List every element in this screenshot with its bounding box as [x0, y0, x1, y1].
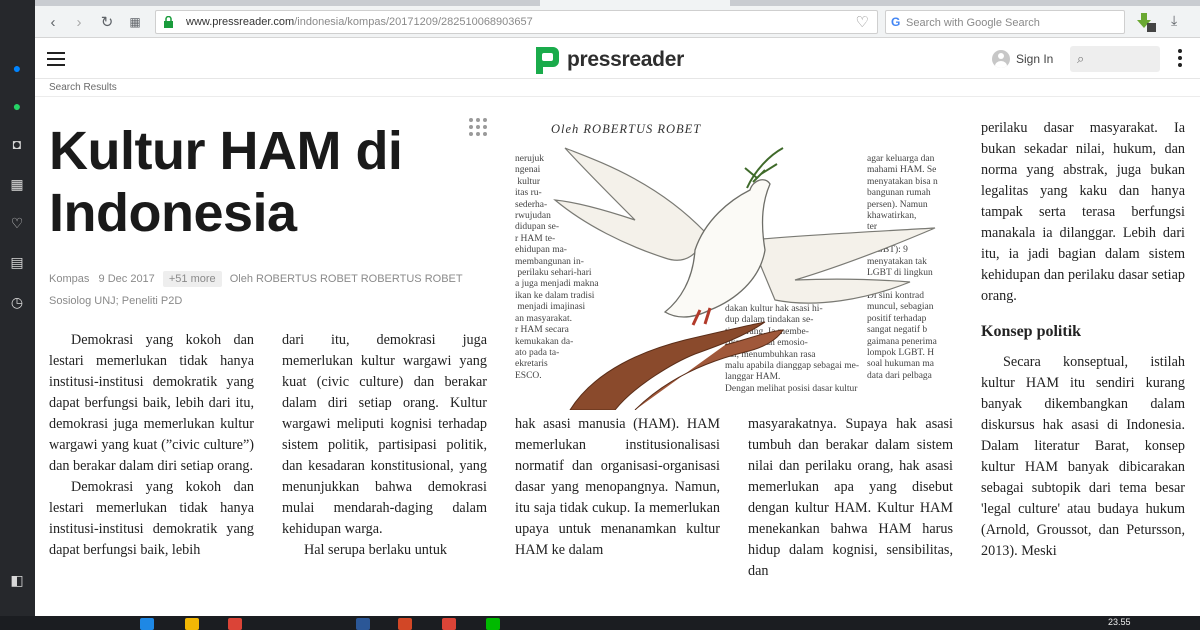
dove-hand-image	[553, 147, 936, 410]
paragraph: perilaku dasar masyarakat. Ia bukan seka…	[981, 120, 1185, 304]
grid-icon[interactable]: ▦	[7, 174, 27, 194]
side-dock: ● ● ◘ ▦ ♡ ▤ ◷ ◧	[0, 0, 35, 616]
tabs-grid-icon[interactable]: ▦	[125, 12, 145, 32]
menu-icon[interactable]	[47, 52, 65, 66]
pressreader-logo[interactable]: pressreader	[533, 44, 684, 76]
search-icon: ⌕	[1077, 51, 1085, 66]
address-bar[interactable]: www.pressreader.com/indonesia/kompas/201…	[155, 10, 878, 34]
lock-icon	[164, 16, 173, 28]
avatar-icon	[992, 50, 1010, 68]
system-clock: 23.55	[1108, 617, 1131, 627]
paragraph: Demokrasi yang kokoh dan lestari memerlu…	[49, 479, 254, 558]
taskbar-folder-icon[interactable]	[185, 618, 199, 630]
article-meta: Kompas 9 Dec 2017 +51 more Oleh ROBERTUS…	[49, 268, 489, 312]
downloads-icon[interactable]: ⤓	[1171, 12, 1177, 29]
taskbar-opera-icon[interactable]	[228, 618, 242, 630]
taskbar-word-icon[interactable]	[356, 618, 370, 630]
browser-toolbar: ‹ › ↻ ▦ www.pressreader.com/indonesia/ko…	[35, 6, 1200, 38]
paragraph: Secara konseptual, istilah kultur HAM it…	[981, 354, 1185, 559]
bookmark-heart-icon[interactable]: ♡	[856, 13, 869, 31]
logo-mark-icon	[536, 47, 559, 74]
search-placeholder: Search with Google Search	[906, 17, 1040, 29]
breadcrumb[interactable]: Search Results	[49, 82, 117, 93]
sign-in-button[interactable]: Sign In	[992, 50, 1053, 68]
whatsapp-icon[interactable]: ●	[7, 96, 27, 116]
header-divider	[35, 96, 1200, 97]
article-title: Kultur HAM di Indonesia	[49, 121, 403, 243]
paragraph: Demokrasi yang kokoh dan lestari memerlu…	[49, 332, 254, 474]
pressreader-search[interactable]: ⌕	[1070, 46, 1160, 72]
forward-icon[interactable]: ›	[69, 12, 89, 32]
clock-icon[interactable]: ◷	[7, 292, 27, 312]
sign-in-label: Sign In	[1016, 52, 1054, 66]
google-icon: G	[891, 15, 901, 29]
text-column-3: hak asasi manusia (HAM). HAM memerlukan …	[515, 414, 720, 580]
more-sources-badge[interactable]: +51 more	[162, 271, 222, 287]
text-column-2: dari itu, demokrasi juga memerlukan kult…	[282, 330, 487, 580]
camera-icon[interactable]: ◘	[7, 134, 27, 154]
pressreader-header: pressreader Sign In ⌕	[35, 39, 1200, 79]
paragraph: hak asasi manusia (HAM). HAM memerlukan …	[515, 416, 720, 558]
sidebar-toggle-icon[interactable]: ◧	[7, 570, 27, 590]
download-extension-icon[interactable]	[1135, 12, 1157, 32]
text-column-5: perilaku dasar masyarakat. Ia bukan seka…	[981, 118, 1185, 580]
taskbar-app-icon[interactable]	[140, 618, 154, 630]
article-date: 9 Dec 2017	[98, 273, 155, 285]
taskbar-chrome-icon[interactable]	[442, 618, 456, 630]
taskbar: 23.55	[0, 616, 1200, 630]
back-icon[interactable]: ‹	[43, 12, 63, 32]
heart-icon[interactable]: ♡	[7, 213, 27, 233]
address-text: www.pressreader.com/indonesia/kompas/201…	[186, 16, 533, 28]
more-options-icon[interactable]	[1178, 49, 1182, 69]
text-column-1: Demokrasi yang kokoh dan lestari memerlu…	[49, 330, 254, 580]
subheading: Konsep politik	[981, 323, 1082, 340]
text-column-4: masyarakatnya. Supaya hak asasi tumbuh d…	[748, 414, 953, 580]
messenger-icon[interactable]: ●	[7, 58, 27, 78]
google-search-field[interactable]: G Search with Google Search	[885, 10, 1125, 34]
taskbar-line-icon[interactable]	[486, 618, 500, 630]
reload-icon[interactable]: ↻	[97, 12, 117, 32]
paragraph: masyarakatnya. Supaya hak asasi tumbuh d…	[748, 416, 953, 579]
taskbar-ppt-icon[interactable]	[398, 618, 412, 630]
logo-text: pressreader	[567, 48, 684, 71]
dove-illustration: nerujuk ngenai kultur itas ru- sederha- …	[515, 140, 955, 410]
news-icon[interactable]: ▤	[7, 252, 27, 272]
paragraph: Hal serupa berlaku untuk	[304, 542, 448, 558]
print-byline: Oleh ROBERTUS ROBET	[551, 122, 702, 136]
paragraph: dari itu, demokrasi juga memerlukan kult…	[282, 332, 487, 537]
source-name[interactable]: Kompas	[49, 273, 89, 285]
drag-handle-icon[interactable]	[469, 118, 487, 136]
